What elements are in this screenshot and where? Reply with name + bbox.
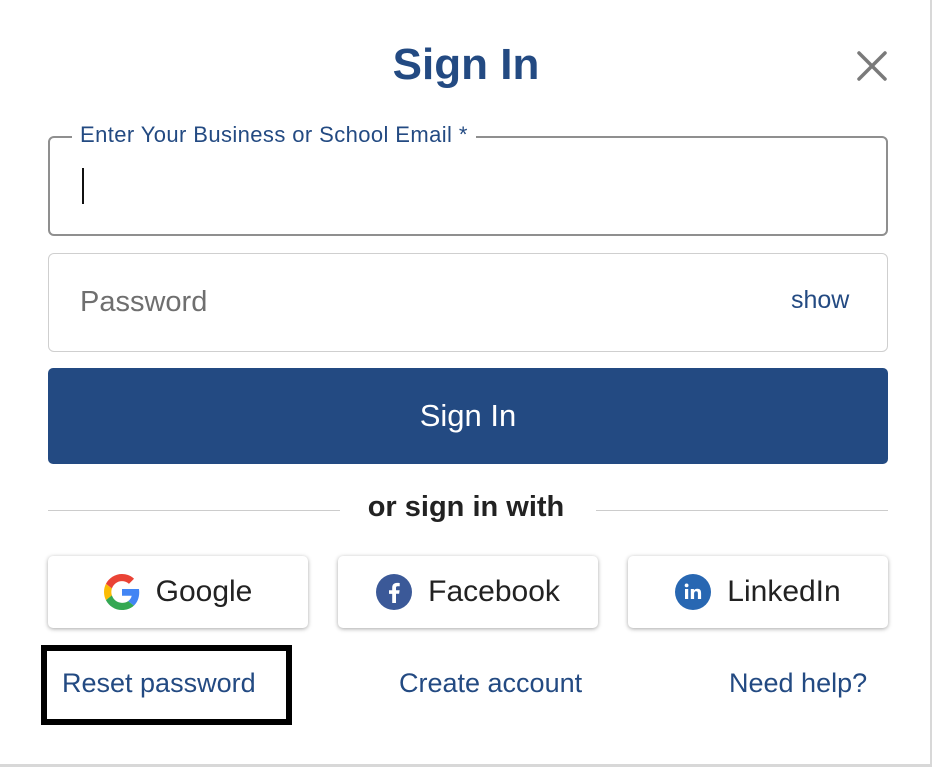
email-label-text: Enter Your Business or School Email <box>80 122 453 147</box>
linkedin-icon <box>675 574 712 610</box>
linkedin-sign-in-button[interactable]: LinkedIn <box>628 556 888 628</box>
google-label: Google <box>155 575 253 608</box>
email-label: Enter Your Business or School Email * <box>72 122 476 148</box>
need-help-link[interactable]: Need help? <box>729 668 867 699</box>
dialog-title: Sign In <box>392 40 540 89</box>
google-sign-in-button[interactable]: Google <box>48 556 308 628</box>
create-account-link[interactable]: Create account <box>399 668 582 699</box>
close-button[interactable] <box>854 48 890 84</box>
email-field[interactable] <box>48 136 888 236</box>
linkedin-label: LinkedIn <box>727 575 841 608</box>
facebook-label: Facebook <box>428 575 560 608</box>
facebook-sign-in-button[interactable]: Facebook <box>338 556 598 628</box>
sign-in-button[interactable]: Sign In <box>48 368 888 464</box>
sign-in-dialog: Sign In Enter Your Business or School Em… <box>0 0 932 767</box>
google-icon <box>103 574 139 610</box>
show-password-toggle[interactable]: show <box>791 286 849 315</box>
divider-label: or sign in with <box>367 491 565 523</box>
password-placeholder: Password <box>80 286 208 318</box>
required-marker: * <box>458 122 468 147</box>
text-caret <box>82 168 84 204</box>
facebook-icon <box>376 574 413 610</box>
close-icon <box>857 51 887 81</box>
reset-password-link[interactable]: Reset password <box>62 668 256 699</box>
